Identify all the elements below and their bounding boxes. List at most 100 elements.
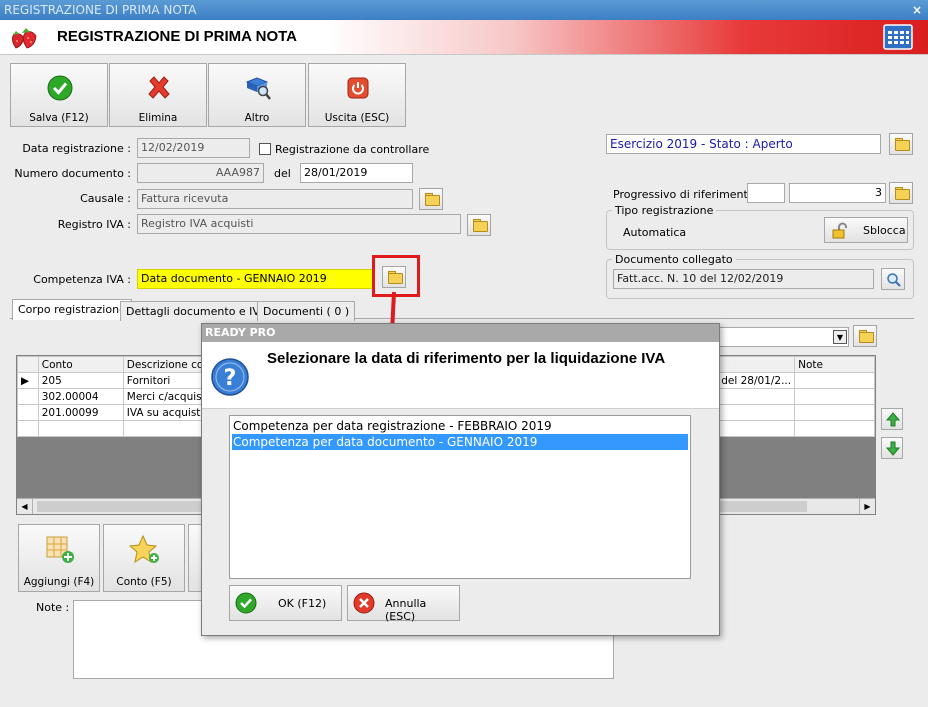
tab-documenti[interactable]: Documenti ( 0 ) xyxy=(257,301,356,321)
close-icon[interactable]: × xyxy=(912,0,922,20)
row-selector[interactable]: ▶ xyxy=(17,372,39,389)
page-title: REGISTRAZIONE DI PRIMA NOTA xyxy=(57,28,297,45)
question-icon: ? xyxy=(211,358,249,396)
row-selector[interactable] xyxy=(17,388,39,405)
causale-field[interactable]: Fattura ricevuta xyxy=(137,189,413,209)
save-button[interactable]: Salva (F12) xyxy=(10,63,108,127)
exit-button[interactable]: Uscita (ESC) xyxy=(308,63,406,127)
documento-collegato-title: Documento collegato xyxy=(612,253,736,266)
registro-iva-field[interactable]: Registro IVA acquisti xyxy=(137,214,461,234)
esercizio-field: Esercizio 2019 - Stato : Aperto xyxy=(606,134,881,154)
conto-button[interactable]: Conto (F5) xyxy=(103,524,185,592)
option-listbox[interactable]: Competenza per data registrazione - FEBB… xyxy=(229,415,691,579)
data-registrazione-field[interactable]: 12/02/2019 xyxy=(137,138,250,158)
da-controllare-checkbox[interactable] xyxy=(259,143,271,155)
checkmark-icon xyxy=(235,592,257,614)
cancel-label: Annulla (ESC) xyxy=(385,597,427,623)
cell-conto[interactable]: 302.00004 xyxy=(37,388,124,405)
save-label: Salva (F12) xyxy=(29,112,89,124)
move-down-button[interactable] xyxy=(881,437,903,459)
dialog-title: READY PRO xyxy=(202,324,719,342)
option-data-documento[interactable]: Competenza per data documento - GENNAIO … xyxy=(232,434,688,450)
ok-button[interactable]: OK (F12) xyxy=(229,585,342,621)
registro-iva-folder-icon[interactable] xyxy=(467,214,491,236)
power-icon xyxy=(347,77,369,99)
delete-label: Elimina xyxy=(138,112,178,124)
numero-documento-field[interactable]: AAA987 xyxy=(137,163,264,183)
cell-descrizione[interactable]: Fornitori xyxy=(122,372,214,389)
cell-note[interactable] xyxy=(794,388,875,405)
causale-folder-icon[interactable] xyxy=(419,188,443,210)
tab-select-folder-icon[interactable] xyxy=(853,325,877,347)
star-add-icon xyxy=(129,535,159,564)
other-label: Altro xyxy=(244,112,270,124)
cancel-button[interactable]: Annulla (ESC) xyxy=(347,585,460,623)
competenza-iva-label: Competenza IVA : xyxy=(33,273,131,286)
delete-button[interactable]: Elimina xyxy=(109,63,207,127)
cell-conto[interactable]: 205 xyxy=(37,372,124,389)
add-row-icon xyxy=(46,536,74,563)
documento-search-button[interactable] xyxy=(881,268,905,290)
tab-dettagli-documento[interactable]: Dettagli documento e IVA xyxy=(120,301,273,321)
page-header: REGISTRAZIONE DI PRIMA NOTA xyxy=(0,20,928,55)
unlock-icon xyxy=(832,222,847,239)
aggiungi-label: Aggiungi (F4) xyxy=(23,576,95,588)
progressivo-field[interactable]: 3 xyxy=(789,183,886,203)
checkmark-icon xyxy=(47,75,73,101)
da-controllare-label: Registrazione da controllare xyxy=(275,143,430,156)
cancel-icon xyxy=(353,592,375,614)
progressivo-prefix-field[interactable] xyxy=(747,183,785,203)
strawberry-logo-icon xyxy=(12,28,37,49)
registro-iva-label: Registro IVA : xyxy=(57,218,131,231)
cell-note[interactable] xyxy=(794,372,875,389)
liquidazione-dialog: READY PRO ? Selezionare la data di rifer… xyxy=(201,323,720,636)
aggiungi-button[interactable]: Aggiungi (F4) xyxy=(18,524,100,592)
progressivo-label: Progressivo di riferimento : xyxy=(613,188,762,201)
grid-header-note[interactable]: Note xyxy=(794,356,875,373)
exit-label: Uscita (ESC) xyxy=(324,112,390,124)
dialog-message: Selezionare la data di riferimento per l… xyxy=(267,350,666,367)
del-date-field[interactable]: 28/01/2019 xyxy=(300,163,413,183)
other-button[interactable]: Altro xyxy=(208,63,306,127)
conto-label: Conto (F5) xyxy=(116,576,172,588)
grid-header-conto[interactable]: Conto xyxy=(37,356,124,373)
arrow-up-icon xyxy=(886,412,900,427)
sblocca-label: Sblocca xyxy=(863,224,906,237)
tipo-registrazione-value: Automatica xyxy=(623,226,687,239)
cell-descrizione[interactable]: IVA su acquisti xyxy=(122,404,214,421)
window-titlebar: REGISTRAZIONE DI PRIMA NOTA × xyxy=(0,0,928,20)
grid-header-descrizione[interactable]: Descrizione con xyxy=(122,356,214,373)
tab-select[interactable] xyxy=(704,327,849,347)
tab-corpo-registrazione[interactable]: Corpo registrazione xyxy=(12,299,132,320)
dialog-message-area: ? Selezionare la data di riferimento per… xyxy=(202,342,719,408)
numero-documento-label: Numero documento : xyxy=(14,167,131,180)
move-up-button[interactable] xyxy=(881,408,903,430)
ok-label: OK (F12) xyxy=(278,597,327,610)
tipo-registrazione-title: Tipo registrazione xyxy=(612,204,717,217)
option-data-registrazione[interactable]: Competenza per data registrazione - FEBB… xyxy=(232,418,688,434)
window-title: REGISTRAZIONE DI PRIMA NOTA xyxy=(4,3,197,17)
magnifier-icon xyxy=(887,273,901,287)
cell-descrizione[interactable]: Merci c/acquisti xyxy=(122,388,214,405)
cell-conto[interactable]: 201.00099 xyxy=(37,404,124,421)
scroll-right-icon[interactable]: ▶ xyxy=(859,499,875,514)
delete-x-icon xyxy=(148,76,170,99)
row-selector[interactable] xyxy=(17,404,39,421)
esercizio-folder-icon[interactable] xyxy=(889,133,913,155)
book-search-icon xyxy=(245,77,271,100)
svg-text:?: ? xyxy=(224,366,237,391)
cell-note[interactable] xyxy=(794,404,875,421)
data-registrazione-label: Data registrazione : xyxy=(22,142,131,155)
documento-collegato-field: Fatt.acc. N. 10 del 12/02/2019 xyxy=(613,269,874,289)
dialog-divider xyxy=(202,408,719,409)
arrow-down-icon xyxy=(886,441,900,456)
competenza-iva-field[interactable]: Data documento - GENNAIO 2019 xyxy=(137,269,374,289)
sblocca-button[interactable]: Sblocca xyxy=(824,217,908,243)
grid-corner xyxy=(17,356,39,373)
calendar-icon[interactable] xyxy=(883,24,913,50)
progressivo-folder-icon[interactable] xyxy=(889,182,913,204)
scroll-left-icon[interactable]: ◀ xyxy=(17,499,33,514)
note-label: Note : xyxy=(36,601,70,614)
causale-label: Causale : xyxy=(80,192,131,205)
chevron-down-icon[interactable]: ▼ xyxy=(833,330,847,344)
